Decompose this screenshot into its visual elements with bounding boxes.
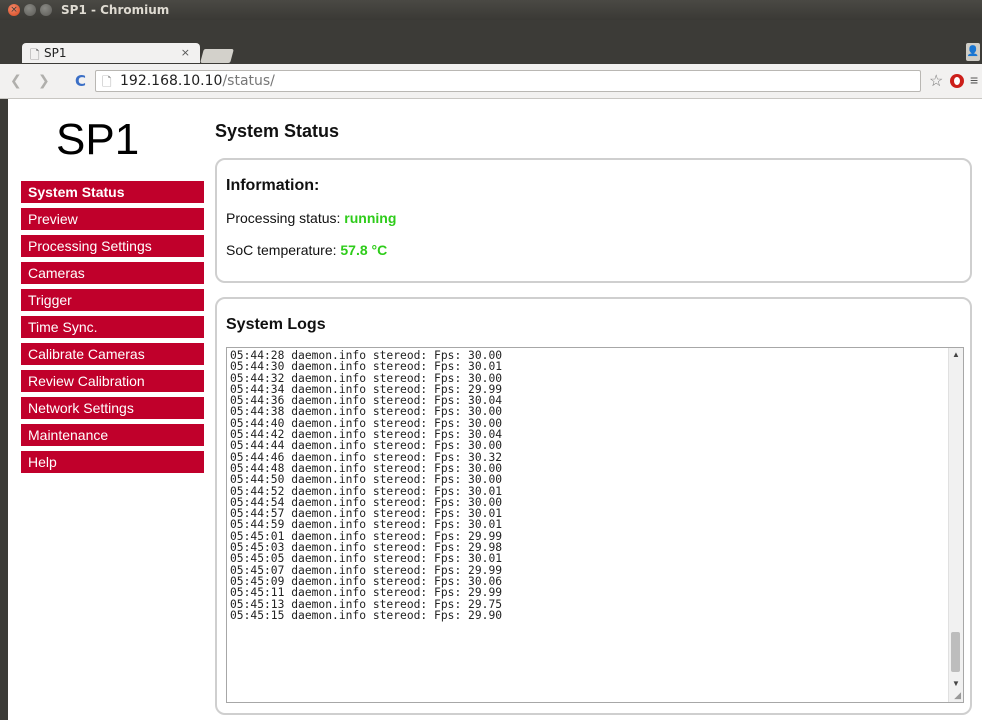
soc-temperature-label: SoC temperature: xyxy=(226,242,341,258)
processing-status: Processing status: running xyxy=(226,210,396,226)
system-logs-textarea[interactable]: 05:44:28 daemon.info stereod: Fps: 30.00… xyxy=(226,347,964,703)
profile-icon[interactable]: 👤 xyxy=(966,43,980,61)
nav-item-network-settings[interactable]: Network Settings xyxy=(21,397,204,419)
log-line: 05:44:30 daemon.info stereod: Fps: 30.01 xyxy=(230,360,503,374)
url-text[interactable]: 192.168.10.10/status/ xyxy=(120,73,275,89)
forward-icon[interactable]: ❯ xyxy=(38,73,50,89)
new-tab-button[interactable] xyxy=(200,49,234,63)
close-icon: × xyxy=(10,5,18,15)
browser-toolbar: ❮ ❯ C 🗋 192.168.10.10/status/ ☆ ≡ xyxy=(0,64,982,99)
menu-icon[interactable]: ≡ xyxy=(970,72,978,88)
browser-tab[interactable]: 🗋 SP1 × xyxy=(22,43,200,63)
window-titlebar: × SP1 - Chromium xyxy=(0,0,982,20)
soc-temperature-value: 57.8 °C xyxy=(340,242,388,258)
nav-item-processing-settings[interactable]: Processing Settings xyxy=(21,235,204,257)
logo: SP1 xyxy=(56,115,140,164)
system-logs-heading: System Logs xyxy=(226,316,326,333)
processing-status-label: Processing status: xyxy=(226,210,345,226)
bookmark-star-icon[interactable]: ☆ xyxy=(929,71,943,91)
resize-grip-icon[interactable]: ◢ xyxy=(954,690,961,701)
nav-item-system-status[interactable]: System Status xyxy=(21,181,204,203)
scroll-down-icon[interactable]: ▼ xyxy=(952,679,960,688)
scroll-thumb[interactable] xyxy=(951,632,960,672)
information-panel: Information: Processing status: running … xyxy=(215,158,972,283)
nav-item-cameras[interactable]: Cameras xyxy=(21,262,204,284)
nav-item-time-sync[interactable]: Time Sync. xyxy=(21,316,204,338)
nav-item-maintenance[interactable]: Maintenance xyxy=(21,424,204,446)
nav-item-help[interactable]: Help xyxy=(21,451,204,473)
reload-icon[interactable]: C xyxy=(75,72,86,90)
page-title: System Status xyxy=(215,121,340,141)
window-title: SP1 - Chromium xyxy=(61,3,170,17)
log-scrollbar[interactable]: ▲ ▼ xyxy=(948,348,963,702)
address-bar[interactable]: 🗋 192.168.10.10/status/ xyxy=(95,70,921,92)
information-heading: Information: xyxy=(226,177,320,194)
log-line: 05:45:11 daemon.info stereod: Fps: 29.99 xyxy=(230,586,503,600)
scroll-up-icon[interactable]: ▲ xyxy=(952,350,960,359)
sidebar-nav: System Status Preview Processing Setting… xyxy=(21,181,204,478)
soc-temperature: SoC temperature: 57.8 °C xyxy=(226,242,387,258)
log-line: 05:45:05 daemon.info stereod: Fps: 30.01 xyxy=(230,552,503,566)
log-line: 05:45:15 daemon.info stereod: Fps: 29.90 xyxy=(230,608,503,622)
extension-icon[interactable] xyxy=(950,74,964,88)
log-line: 05:44:44 daemon.info stereod: Fps: 30.00 xyxy=(230,439,503,453)
tab-label: SP1 xyxy=(44,46,67,60)
nav-item-review-calibration[interactable]: Review Calibration xyxy=(21,370,204,392)
system-logs-panel: System Logs 05:44:28 daemon.info stereod… xyxy=(215,297,972,715)
tab-close-icon[interactable]: × xyxy=(181,46,190,59)
back-icon[interactable]: ❮ xyxy=(10,73,22,89)
window-close-button[interactable]: × xyxy=(8,4,20,16)
page-info-icon[interactable]: 🗋 xyxy=(102,73,112,94)
log-line: 05:44:50 daemon.info stereod: Fps: 30.00 xyxy=(230,473,503,487)
tab-strip: 🗋 SP1 × 👤 xyxy=(0,20,982,64)
nav-item-preview[interactable]: Preview xyxy=(21,208,204,230)
processing-status-value: running xyxy=(344,210,397,226)
nav-item-calibrate-cameras[interactable]: Calibrate Cameras xyxy=(21,343,204,365)
nav-item-trigger[interactable]: Trigger xyxy=(21,289,204,311)
window-minimize-button[interactable] xyxy=(24,4,36,16)
window-maximize-button[interactable] xyxy=(40,4,52,16)
page-content: SP1 System Status Preview Processing Set… xyxy=(8,99,982,720)
log-lines: 05:44:28 daemon.info stereod: Fps: 30.00… xyxy=(230,350,502,621)
